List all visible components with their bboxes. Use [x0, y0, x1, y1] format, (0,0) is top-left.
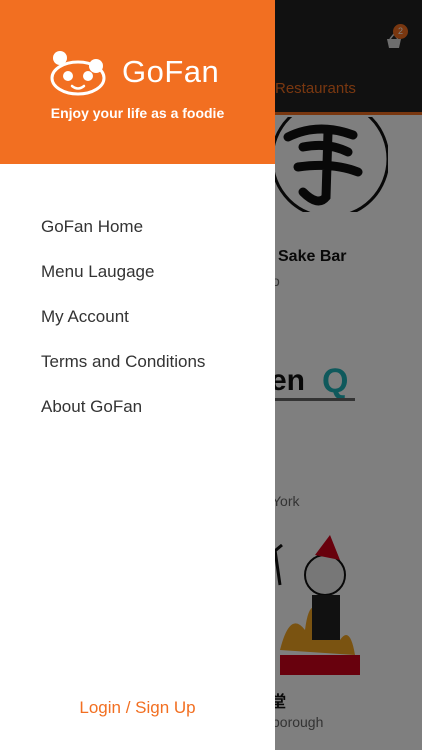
- brand-name: GoFan: [122, 54, 220, 89]
- menu-item-menu-language[interactable]: Menu Laugage: [0, 249, 275, 294]
- side-drawer: GoFan Enjoy your life as a foodie GoFan …: [0, 0, 275, 750]
- menu-item-about[interactable]: About GoFan: [0, 384, 275, 429]
- tagline: Enjoy your life as a foodie: [50, 105, 225, 121]
- menu-item-terms[interactable]: Terms and Conditions: [0, 339, 275, 384]
- drawer-header: GoFan Enjoy your life as a foodie: [0, 0, 275, 164]
- login-signup-button[interactable]: Login / Sign Up: [0, 698, 275, 718]
- menu-item-gofan-home[interactable]: GoFan Home: [0, 204, 275, 249]
- drawer-menu: GoFan Home Menu Laugage My Account Terms…: [0, 204, 275, 429]
- gofan-panda-logo-icon: [50, 51, 106, 96]
- menu-item-my-account[interactable]: My Account: [0, 294, 275, 339]
